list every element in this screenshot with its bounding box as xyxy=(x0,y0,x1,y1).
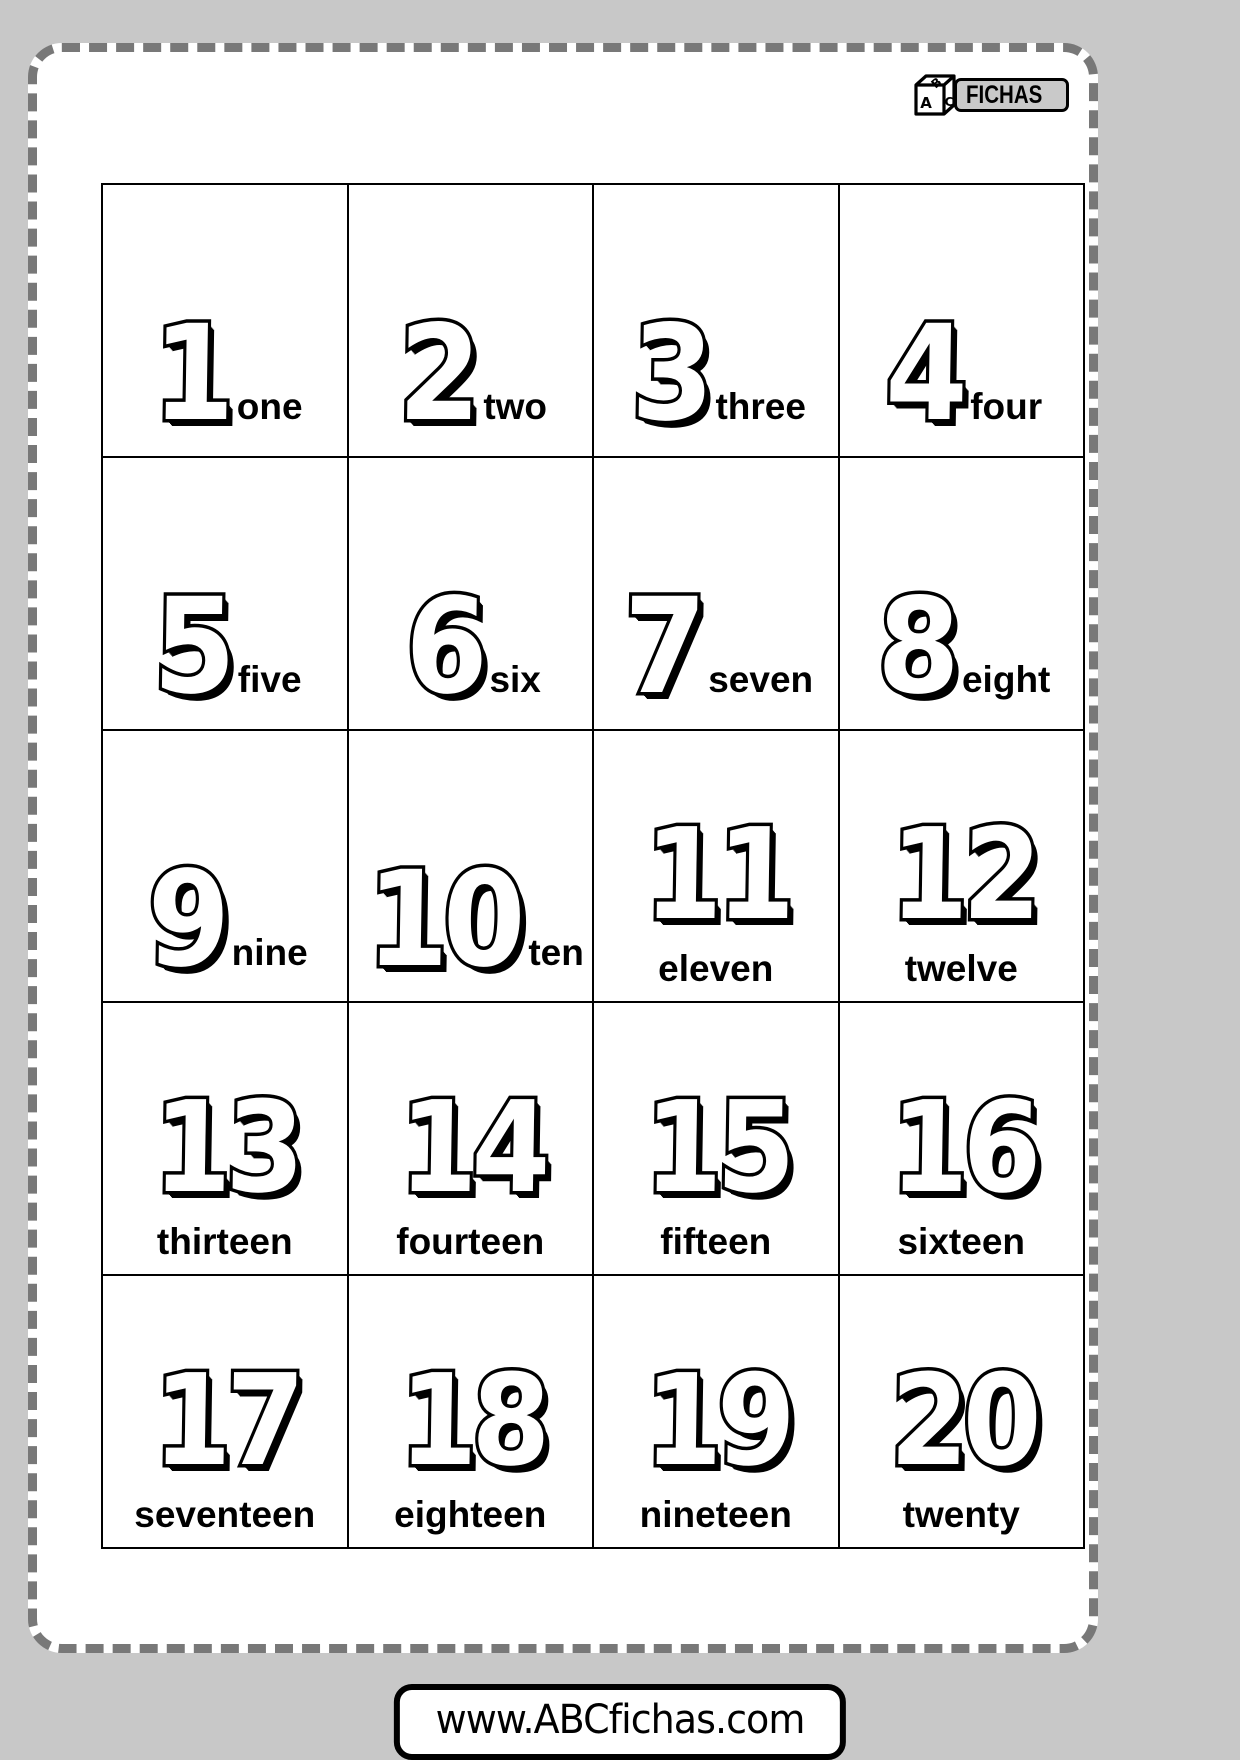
numeral-glyph: 15 xyxy=(640,1071,794,1225)
number-row: 16 xyxy=(881,1071,1042,1225)
number-cell-8: 8 eight xyxy=(839,457,1085,731)
number-cell-6: 6 six xyxy=(348,457,594,731)
number-cell-7: 7 seven xyxy=(594,457,840,731)
number-cell-14: 14 fourteen xyxy=(348,1003,594,1277)
numeral-glyph: 4 xyxy=(881,294,969,455)
number-cell-16: 16 sixteen xyxy=(839,1003,1085,1277)
number-word-label: twelve xyxy=(904,948,1018,990)
number-cell-19: 19 nineteen xyxy=(594,1276,840,1549)
number-word-label: fourteen xyxy=(396,1221,545,1263)
number-word-label: eighteen xyxy=(394,1493,547,1535)
numeral-glyph: 6 xyxy=(400,567,488,728)
number-row: 20 xyxy=(881,1344,1042,1498)
number-row: 1 one xyxy=(147,294,303,455)
abcfichas-logo: A B C FICHAS xyxy=(912,72,1069,118)
svg-text:C: C xyxy=(945,95,954,109)
number-word-label: eleven xyxy=(658,948,774,990)
number-row: 18 xyxy=(390,1344,551,1498)
number-word-label: fifteen xyxy=(660,1221,772,1263)
number-word-label: nineteen xyxy=(639,1493,792,1535)
number-word-label: two xyxy=(483,386,548,428)
numeral-glyph: 1 xyxy=(148,294,236,455)
number-row: 3 three xyxy=(626,294,806,455)
numbers-table: 1 one 2 two 3 three 4 four 5 five 6 six 7 seven 8 eight… xyxy=(101,183,1085,1549)
worksheet-sheet: A B C FICHAS 1 one 2 two 3 three 4 four 5 five 6 si… xyxy=(28,43,1098,1653)
number-word-label: one xyxy=(236,386,303,428)
number-row: 4 four xyxy=(880,294,1043,455)
number-row: 5 five xyxy=(148,567,302,728)
numeral-glyph: 11 xyxy=(640,798,794,952)
abc-cube-icon: A B C xyxy=(912,72,958,118)
number-word-label: three xyxy=(715,386,806,428)
numeral-glyph: 12 xyxy=(885,798,1039,952)
number-cell-5: 5 five xyxy=(103,457,349,731)
number-cell-18: 18 eighteen xyxy=(348,1276,594,1549)
number-word-label: nine xyxy=(231,931,308,973)
number-cell-3: 3 three xyxy=(594,185,840,458)
numeral-glyph: 5 xyxy=(149,567,237,728)
numeral-glyph: 18 xyxy=(394,1344,548,1498)
number-row: 17 xyxy=(144,1344,305,1498)
number-cell-4: 4 four xyxy=(839,185,1085,458)
number-word-label: six xyxy=(489,658,541,700)
number-cell-2: 2 two xyxy=(348,185,594,458)
number-word-label: twenty xyxy=(902,1493,1020,1535)
number-row: 13 xyxy=(144,1071,305,1225)
number-word-label: four xyxy=(970,386,1043,428)
number-cell-20: 20 twenty xyxy=(839,1276,1085,1549)
number-cell-11: 11 eleven xyxy=(594,730,840,1004)
number-row: 15 xyxy=(635,1071,796,1225)
numeral-glyph: 16 xyxy=(885,1071,1039,1225)
numeral-glyph: 8 xyxy=(873,567,961,728)
number-row: 19 xyxy=(635,1344,796,1498)
number-row: 8 eight xyxy=(872,567,1051,728)
number-row: 12 xyxy=(881,798,1042,952)
number-row: 7 seven xyxy=(618,567,814,728)
numeral-glyph: 9 xyxy=(143,839,231,1000)
number-cell-10: 10 ten xyxy=(348,730,594,1004)
number-cell-9: 9 nine xyxy=(103,730,349,1004)
number-row: 14 xyxy=(390,1071,551,1225)
number-word-label: seven xyxy=(708,658,814,700)
numeral-glyph: 14 xyxy=(394,1071,548,1225)
svg-text:A: A xyxy=(920,94,932,112)
number-cell-17: 17 seventeen xyxy=(103,1276,349,1549)
number-cell-13: 13 thirteen xyxy=(103,1003,349,1277)
number-word-label: thirteen xyxy=(156,1221,293,1263)
number-row: 6 six xyxy=(400,567,541,728)
numeral-glyph: 13 xyxy=(149,1071,303,1225)
number-cell-1: 1 one xyxy=(103,185,349,458)
numeral-glyph: 2 xyxy=(394,294,482,455)
number-word-label: five xyxy=(237,658,302,700)
fichas-wordmark: FICHAS xyxy=(953,78,1069,112)
numeral-glyph: 10 xyxy=(362,839,524,1000)
number-row: 9 nine xyxy=(142,839,308,1000)
number-word-label: ten xyxy=(528,931,584,973)
number-row: 10 ten xyxy=(357,839,584,1000)
number-row: 2 two xyxy=(393,294,548,455)
number-cell-15: 15 fifteen xyxy=(594,1003,840,1277)
number-cell-12: 12 twelve xyxy=(839,730,1085,1004)
number-word-label: seventeen xyxy=(134,1493,316,1535)
footer-url-plaque: www.ABCfichas.com xyxy=(393,1684,847,1760)
footer-url-text: www.ABCfichas.com xyxy=(435,1697,806,1743)
numeral-glyph: 20 xyxy=(885,1344,1039,1498)
number-row: 11 xyxy=(635,798,796,952)
numeral-glyph: 19 xyxy=(640,1344,794,1498)
fichas-wordmark-text: FICHAS xyxy=(965,80,1043,109)
number-word-label: eight xyxy=(961,658,1051,700)
numeral-glyph: 17 xyxy=(149,1344,303,1498)
number-word-label: sixteen xyxy=(897,1221,1025,1263)
numeral-glyph: 7 xyxy=(619,567,707,728)
numeral-glyph: 3 xyxy=(626,294,714,455)
